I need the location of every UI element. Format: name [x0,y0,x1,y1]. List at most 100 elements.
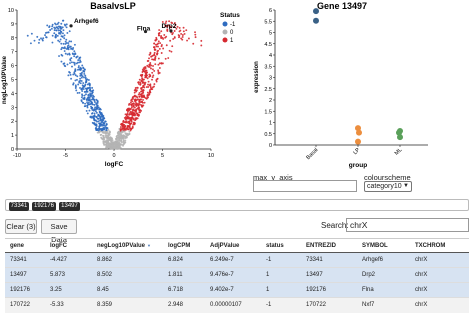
gene-point[interactable] [160,43,163,46]
gene-point[interactable] [94,106,97,109]
gene-point[interactable] [84,105,87,107]
gene-point[interactable] [82,101,84,104]
gene-point[interactable] [127,107,129,110]
gene-point[interactable] [101,124,104,127]
gene-point[interactable] [157,57,160,60]
gene-point[interactable] [145,69,148,72]
gene-point[interactable] [79,72,82,75]
gene-point[interactable] [98,130,101,133]
gene-point[interactable] [87,96,90,99]
gene-point[interactable] [75,56,78,59]
gene-point[interactable] [57,29,60,32]
gene-point[interactable] [46,31,48,34]
gene-point[interactable] [38,38,41,41]
selected-tag[interactable]: 192176 [32,202,56,211]
gene-point[interactable] [145,97,148,100]
gene-point[interactable] [118,138,121,141]
gene-point[interactable] [100,121,103,124]
gene-point[interactable] [105,134,107,137]
gene-point[interactable] [194,31,196,34]
gene-point[interactable] [89,92,92,95]
gene-point[interactable] [120,143,123,146]
gene-point[interactable] [149,75,152,78]
gene-point[interactable] [76,61,79,64]
gene-point[interactable] [152,58,155,61]
gene-point[interactable] [73,50,76,53]
gene-point[interactable] [91,86,94,89]
gene-point[interactable] [107,128,110,131]
gene-point[interactable] [79,67,82,70]
gene-point[interactable] [135,104,138,106]
gene-point[interactable] [91,92,94,94]
gene-point[interactable] [151,78,153,81]
gene-point[interactable] [150,87,153,90]
gene-point[interactable] [89,116,92,119]
gene-point[interactable] [75,89,78,92]
col-header-gene[interactable]: gene [5,238,45,253]
gene-point[interactable] [168,49,171,52]
gene-point[interactable] [113,141,116,144]
gene-point[interactable] [86,112,89,115]
gene-point[interactable] [55,29,58,32]
gene-point[interactable] [126,115,129,118]
gene-point[interactable] [66,53,69,56]
gene-point[interactable] [141,68,144,71]
gene-point[interactable] [136,96,139,99]
gene-point[interactable] [153,48,156,51]
gene-point[interactable] [123,142,126,145]
expression-point[interactable] [356,129,362,136]
gene-point[interactable] [118,136,121,139]
gene-point[interactable] [85,79,88,82]
gene-point[interactable] [109,139,111,142]
gene-point[interactable] [139,101,142,103]
gene-point[interactable] [102,140,105,143]
gene-point[interactable] [129,113,132,116]
gene-point[interactable] [78,81,81,84]
gene-point[interactable] [90,105,92,108]
gene-point[interactable] [131,117,134,120]
gene-point[interactable] [85,99,88,102]
col-header-txchrom[interactable]: TXCHROM [410,238,469,253]
gene-point[interactable] [165,44,168,47]
strip-plot[interactable]: Gene 13497 0 0.5 1 1.5 2 2.5 3 3.5 4 4.5 5 5.5 6 Bas… [248,0,474,175]
gene-point[interactable] [89,95,92,98]
gene-point[interactable] [144,75,147,78]
gene-point[interactable] [132,102,135,105]
gene-point[interactable] [121,123,124,126]
gene-point[interactable] [148,66,151,68]
gene-point[interactable] [158,32,161,34]
gene-point[interactable] [146,71,148,74]
gene-point[interactable] [142,104,145,107]
gene-point[interactable] [70,47,73,50]
gene-point[interactable] [104,120,107,123]
gene-point[interactable] [182,30,185,33]
expression-point[interactable] [397,134,403,141]
gene-point[interactable] [157,49,160,52]
gene-point[interactable] [85,88,88,91]
gene-point[interactable] [45,36,48,39]
gene-point[interactable] [58,25,61,28]
gene-point[interactable] [153,83,156,86]
gene-point[interactable] [194,36,197,39]
gene-point[interactable] [92,89,95,92]
gene-point[interactable] [130,106,133,109]
gene-point[interactable] [138,114,140,117]
gene-point[interactable] [93,115,96,118]
gene-point[interactable] [120,139,123,142]
gene-point[interactable] [60,42,63,45]
gene-point[interactable] [109,144,112,147]
gene-point[interactable] [95,116,98,119]
expression-point[interactable] [355,138,361,145]
gene-point[interactable] [142,91,145,94]
gene-point[interactable] [105,123,108,126]
gene-point[interactable] [133,106,136,109]
gene-point[interactable] [192,42,195,45]
gene-point[interactable] [94,119,97,122]
gene-point[interactable] [186,39,189,42]
gene-point[interactable] [118,146,121,149]
gene-point[interactable] [100,136,103,139]
gene-point[interactable] [160,52,163,54]
gene-point[interactable] [153,54,156,57]
gene-point[interactable] [106,136,109,138]
gene-point[interactable] [135,109,138,112]
